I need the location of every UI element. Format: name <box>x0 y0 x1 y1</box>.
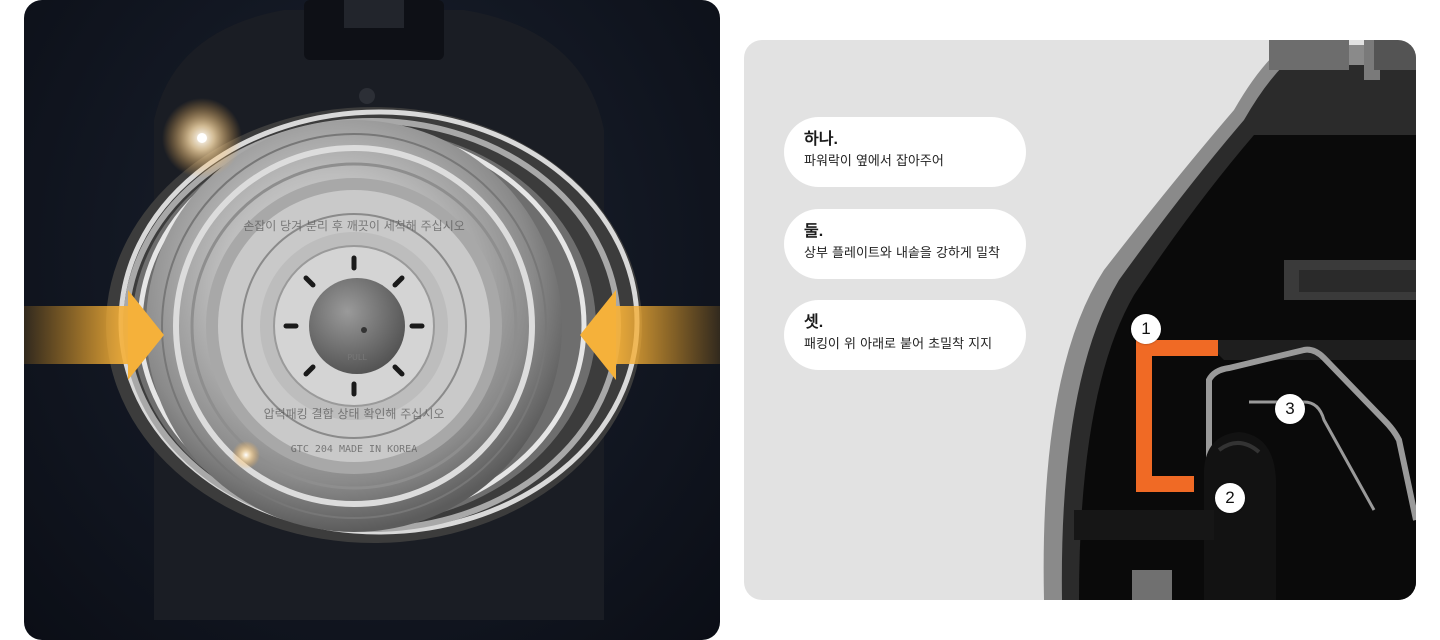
callout-2: 2 <box>1215 483 1245 513</box>
lid-photo-panel: 손잡이 당겨 분리 후 깨끗이 세척해 주십시오 압력패킹 결합 상태 확인해 … <box>24 0 720 640</box>
lid-model-text: GTC 204 MADE IN KOREA <box>291 444 417 455</box>
step-title: 셋. <box>804 314 824 331</box>
step-bubble-2: 둘. 상부 플레이트와 내솥을 강하게 밀착 <box>784 209 1026 279</box>
step-desc: 패킹이 위 아래로 붙어 초밀착 지지 <box>804 337 993 352</box>
callout-1: 1 <box>1131 314 1161 344</box>
step-bubble-1: 하나. 파워락이 옆에서 잡아주어 <box>784 117 1026 187</box>
lid-bottom-engraving: 압력패킹 결합 상태 확인해 주십시오 <box>264 407 445 421</box>
cross-section-panel: 하나. 파워락이 옆에서 잡아주어 둘. 상부 플레이트와 내솥을 강하게 밀착… <box>744 40 1416 600</box>
step-title: 하나. <box>804 131 838 148</box>
lid-top-engraving: 손잡이 당겨 분리 후 깨끗이 세척해 주십시오 <box>243 219 465 233</box>
step-title: 둘. <box>804 223 824 240</box>
callout-3: 3 <box>1275 394 1305 424</box>
step-bubble-3: 셋. 패킹이 위 아래로 붙어 초밀착 지지 <box>784 300 1026 370</box>
step-desc: 상부 플레이트와 내솥을 강하게 밀착 <box>804 246 1000 261</box>
lid-illustration: 손잡이 당겨 분리 후 깨끗이 세척해 주십시오 압력패킹 결합 상태 확인해 … <box>24 0 720 620</box>
lid-center-mark: PULL <box>347 353 367 362</box>
step-desc: 파워락이 옆에서 잡아주어 <box>804 154 944 169</box>
